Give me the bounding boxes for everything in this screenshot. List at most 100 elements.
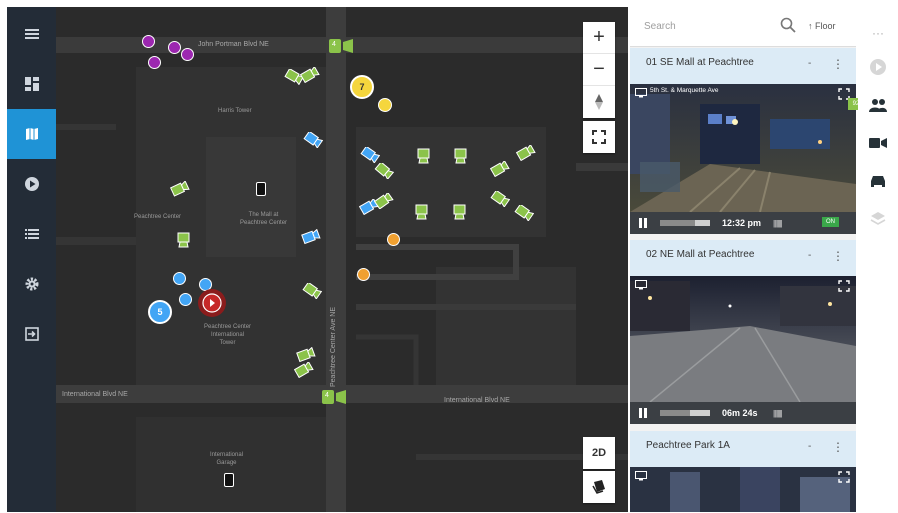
settings-icon: [25, 277, 38, 291]
video-frame: [630, 84, 856, 212]
camera-marker[interactable]: [170, 181, 190, 197]
zoom-in-button[interactable]: +: [583, 22, 615, 54]
camera-marker[interactable]: [416, 147, 432, 165]
progress-bar[interactable]: [660, 410, 710, 416]
vehicle-button[interactable]: [868, 171, 888, 191]
camera-marker[interactable]: [490, 191, 510, 207]
yellow-cluster[interactable]: 7: [350, 75, 374, 99]
fullscreen-button[interactable]: [583, 121, 615, 153]
camera-card-header[interactable]: 02 NE Mall at Peachtree - ⋮: [630, 240, 856, 276]
camera-video[interactable]: [630, 467, 856, 512]
alarm-marker[interactable]: [198, 289, 226, 317]
camera-marker[interactable]: [176, 231, 192, 249]
camera-marker-blue[interactable]: [360, 147, 380, 163]
pause-button[interactable]: [639, 408, 647, 420]
purple-marker[interactable]: [148, 56, 161, 69]
blue-cluster[interactable]: 5: [148, 300, 172, 324]
dashboard-button[interactable]: [7, 59, 56, 109]
expand-icon[interactable]: [838, 280, 850, 292]
camera-marker[interactable]: [302, 283, 322, 299]
camera-group-marker[interactable]: 4: [329, 39, 355, 53]
layers-rail-button[interactable]: [868, 209, 888, 229]
camera-video[interactable]: [630, 276, 856, 402]
more-menu-button[interactable]: ···: [868, 23, 888, 43]
camera-marker[interactable]: [296, 347, 316, 363]
play-circle-icon: [202, 293, 222, 313]
map-view[interactable]: John Portman Blvd NE International Blvd …: [56, 7, 628, 512]
blue-marker[interactable]: [173, 272, 186, 285]
yellow-marker[interactable]: [378, 98, 392, 112]
screen-icon: [635, 471, 647, 481]
camera-card[interactable]: 01 SE Mall at Peachtree - ⋮ 5th St. & Ma…: [630, 48, 856, 234]
more-options-button[interactable]: ⋮: [832, 440, 844, 454]
collapse-button[interactable]: -: [808, 58, 811, 69]
view-2d-button[interactable]: 2D: [583, 437, 615, 469]
building-label-mall: The Mall at Peachtree Center: [240, 212, 288, 226]
search-icon[interactable]: [780, 17, 796, 33]
orange-marker[interactable]: [357, 268, 370, 281]
purple-marker[interactable]: [181, 48, 194, 61]
street-label-south-left: International Blvd NE: [62, 391, 128, 398]
playback-rail-button[interactable]: [868, 57, 888, 77]
timeline-ticks[interactable]: ||||||||: [773, 219, 783, 228]
people-button[interactable]: [868, 95, 888, 115]
camera-overlay-text: 5th St. & Marquette Ave: [650, 87, 719, 94]
menu-button[interactable]: [7, 9, 56, 59]
search-bar[interactable]: Search ↑ Floor: [630, 7, 856, 47]
camera-marker[interactable]: [414, 203, 430, 221]
camera-marker[interactable]: [374, 163, 394, 179]
camera-card[interactable]: Peachtree Park 1A - ⋮: [630, 431, 856, 512]
zoom-out-button[interactable]: −: [583, 54, 615, 86]
compass-button[interactable]: [583, 86, 615, 118]
camera-marker[interactable]: [490, 161, 510, 177]
video-frame: [630, 276, 856, 402]
dashboard-icon: [24, 77, 39, 91]
arrow-up-icon: ↑: [808, 21, 813, 31]
progress-bar[interactable]: [660, 220, 710, 226]
blue-marker[interactable]: [179, 293, 192, 306]
expand-icon[interactable]: [838, 471, 850, 483]
layers-button[interactable]: [583, 471, 615, 503]
building-label-intl-tower: Peachtree Center International Tower: [204, 324, 252, 346]
device-marker[interactable]: [256, 182, 266, 196]
floor-button[interactable]: ↑ Floor: [808, 21, 836, 31]
progress-fill: [660, 220, 695, 226]
camera-card-header[interactable]: Peachtree Park 1A - ⋮: [630, 431, 856, 467]
list-button[interactable]: [7, 209, 56, 259]
camera-marker[interactable]: [516, 145, 536, 161]
layers-icon: [592, 480, 605, 494]
camera-marker[interactable]: [514, 205, 534, 221]
building-label-harris: Harris Tower: [218, 108, 252, 114]
camera-marker[interactable]: [453, 147, 469, 165]
timeline-ticks[interactable]: ||||||||: [773, 409, 783, 418]
orange-marker[interactable]: [387, 233, 400, 246]
playback-controls: 06m 24s ||||||||: [630, 402, 856, 424]
purple-marker[interactable]: [168, 41, 181, 54]
live-badge[interactable]: ON: [822, 217, 839, 227]
camera-group-marker[interactable]: 4: [322, 390, 348, 404]
more-options-button[interactable]: ⋮: [832, 249, 844, 263]
collapse-button[interactable]: -: [808, 441, 811, 452]
camera-marker-blue[interactable]: [301, 229, 321, 245]
camera-marker[interactable]: [374, 193, 394, 209]
device-marker[interactable]: [224, 473, 234, 487]
camera-marker[interactable]: [300, 67, 320, 83]
settings-button[interactable]: [7, 259, 56, 309]
camera-card-header[interactable]: 01 SE Mall at Peachtree - ⋮: [630, 48, 856, 84]
pause-button[interactable]: [639, 218, 647, 230]
camera-card[interactable]: 02 NE Mall at Peachtree - ⋮ 06m 24s ||||…: [630, 240, 856, 424]
menu-icon: [24, 29, 39, 39]
camera-marker-blue[interactable]: [303, 132, 323, 148]
camera-marker[interactable]: [294, 362, 314, 378]
more-options-button[interactable]: ⋮: [832, 57, 844, 71]
map-button[interactable]: [7, 109, 56, 159]
playback-button[interactable]: [7, 159, 56, 209]
camera-marker[interactable]: [452, 203, 468, 221]
people-icon: [869, 99, 887, 112]
camera-rail-button[interactable]: [868, 133, 888, 153]
collapse-button[interactable]: -: [808, 250, 811, 261]
search-input[interactable]: Search: [644, 21, 676, 32]
camera-video[interactable]: 5th St. & Marquette Ave: [630, 84, 856, 212]
purple-marker[interactable]: [142, 35, 155, 48]
logout-button[interactable]: [7, 309, 56, 359]
